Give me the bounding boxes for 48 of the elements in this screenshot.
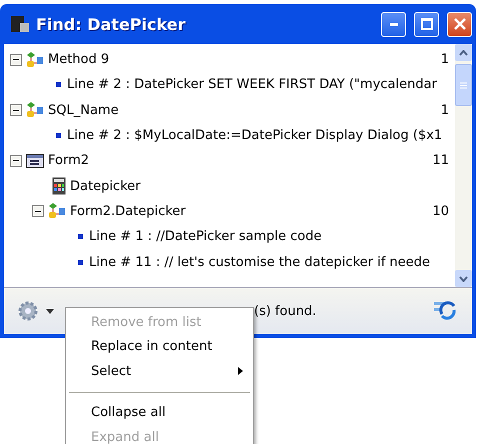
result-label[interactable]: Line # 2 : $MyLocalDate:=DatePicker Display Dialog ($x1 bbox=[67, 128, 455, 144]
bullet-icon bbox=[78, 260, 83, 265]
occurrence-count: 11 bbox=[431, 153, 450, 168]
close-button[interactable] bbox=[447, 12, 472, 36]
result-label[interactable]: Form2 bbox=[48, 153, 415, 168]
result-label[interactable]: SQL_Name bbox=[48, 102, 415, 118]
bullet-icon bbox=[56, 82, 61, 88]
gear-icon[interactable] bbox=[18, 301, 38, 321]
result-label[interactable]: Datepicker bbox=[70, 178, 455, 194]
occurrence-count: 1 bbox=[440, 102, 450, 118]
minimize-button[interactable] bbox=[381, 12, 406, 36]
submenu-arrow-icon bbox=[238, 367, 243, 376]
calendar-icon bbox=[52, 177, 66, 196]
maximize-button[interactable] bbox=[414, 12, 439, 36]
result-label[interactable]: Method 9 bbox=[48, 52, 415, 68]
result-label[interactable]: Line # 1 : //DatePicker sample code bbox=[89, 229, 455, 244]
minimize-icon bbox=[390, 22, 398, 26]
occurrence-count: 1 bbox=[440, 52, 450, 68]
menu-item[interactable]: Replace in content bbox=[66, 334, 253, 359]
app-logo-icon bbox=[10, 14, 30, 34]
maximize-icon bbox=[420, 18, 432, 30]
flowchart-icon bbox=[48, 203, 66, 220]
occurrence-count: 10 bbox=[431, 204, 450, 219]
collapse-toggle[interactable] bbox=[32, 205, 44, 218]
window-title: Find: DatePicker bbox=[36, 14, 186, 34]
result-label[interactable]: Form2.Datepicker bbox=[70, 204, 415, 219]
close-icon bbox=[454, 18, 466, 30]
grip-icon bbox=[460, 82, 467, 88]
flowchart-icon bbox=[26, 52, 44, 68]
minus-icon bbox=[13, 110, 19, 111]
menu-item[interactable]: Collapse all bbox=[66, 400, 253, 425]
scrollbar[interactable] bbox=[455, 44, 472, 287]
bullet-icon bbox=[56, 133, 61, 138]
form-icon bbox=[26, 154, 44, 168]
bullet-icon bbox=[78, 234, 83, 240]
collapse-toggle[interactable] bbox=[10, 154, 22, 167]
minus-icon bbox=[13, 59, 19, 60]
result-label[interactable]: Line # 2 : DatePicker SET WEEK FIRST DAY ("mycalendar bbox=[67, 77, 455, 92]
menu-item[interactable]: Select bbox=[66, 359, 253, 384]
result-label[interactable]: Line # 11 : // let's customise the datepicker if neede bbox=[89, 254, 455, 270]
minus-icon bbox=[35, 210, 41, 212]
refresh-icon[interactable] bbox=[434, 300, 458, 322]
minus-icon bbox=[13, 160, 19, 162]
caret-icon[interactable] bbox=[46, 308, 54, 314]
collapse-toggle[interactable] bbox=[10, 104, 22, 116]
status-text: (s) found. bbox=[254, 304, 316, 318]
flowchart-icon bbox=[26, 102, 44, 118]
collapse-toggle[interactable] bbox=[10, 54, 22, 66]
